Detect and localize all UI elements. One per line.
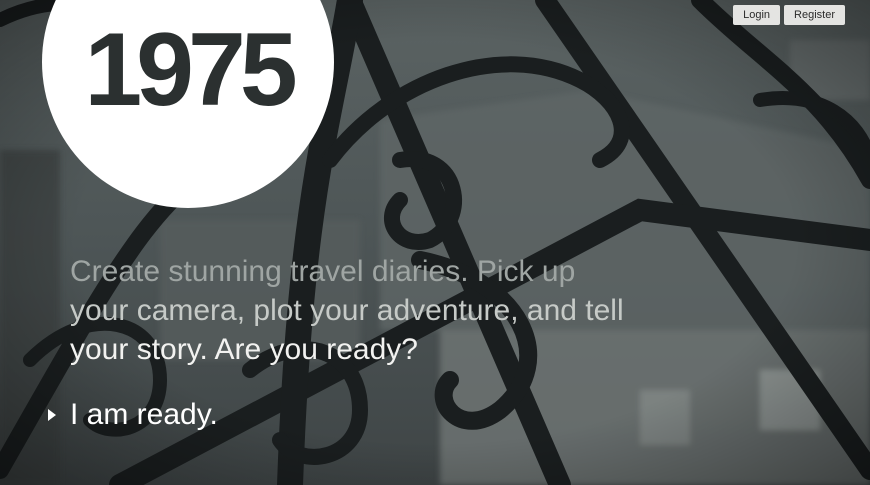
logo-text[interactable]: 1975	[42, 18, 334, 122]
ready-link-label[interactable]: I am ready.	[70, 395, 218, 435]
caret-right-icon	[48, 409, 56, 421]
tagline-line-1: Create stunning travel diaries. Pick up	[70, 255, 576, 288]
hero-tagline: Create stunning travel diaries. Pick up …	[70, 252, 630, 369]
tagline-line-2: your camera, plot your adventure, and te…	[70, 294, 624, 327]
login-button[interactable]: Login	[733, 5, 781, 25]
ready-link[interactable]: I am ready.	[44, 395, 218, 435]
tagline-line-3: your story. Are you ready?	[70, 333, 418, 366]
register-button[interactable]: Register	[784, 5, 845, 25]
auth-buttons: Login Register	[733, 5, 845, 25]
